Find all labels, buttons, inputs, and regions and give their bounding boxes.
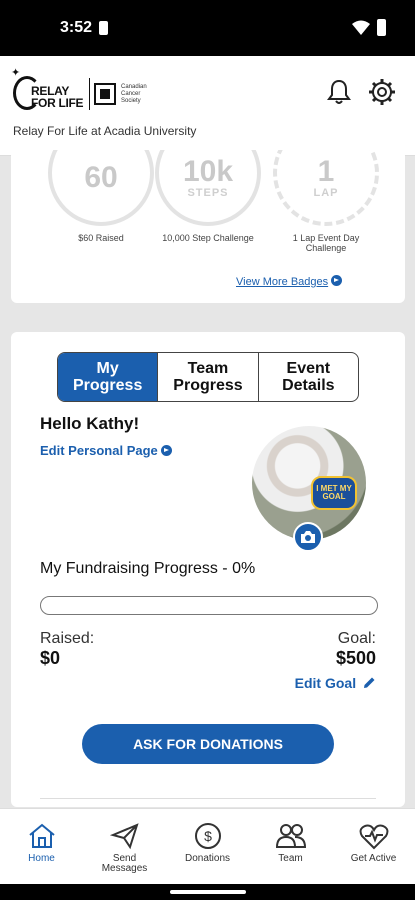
badge-label: $60 Raised xyxy=(78,233,124,243)
logo-text-bottom: FOR LIFE xyxy=(31,96,84,110)
star-icon: ✦ xyxy=(11,67,21,79)
camera-icon xyxy=(301,531,315,543)
view-more-badges-link[interactable]: View More Badges xyxy=(236,275,343,288)
greeting: Hello Kathy! xyxy=(40,414,140,433)
nav-home[interactable]: Home xyxy=(0,809,83,884)
nav-donations[interactable]: $ Donations xyxy=(166,809,249,884)
home-gesture-pill[interactable] xyxy=(170,890,246,894)
camera-button[interactable] xyxy=(293,522,323,552)
raised-value: $0 xyxy=(40,648,61,668)
dollar-icon: $ xyxy=(194,823,221,849)
badges-card: 60 $60 Raised 10k STEPS 10,000 Step Chal… xyxy=(11,150,405,303)
edit-goal-label: Edit Goal xyxy=(294,675,357,691)
edit-personal-page-link[interactable]: Edit Personal Page xyxy=(40,443,172,458)
nav-label: Get Active xyxy=(350,853,397,864)
edit-goal-link[interactable]: Edit Goal xyxy=(295,675,376,691)
badge-circle: 10k STEPS xyxy=(155,150,261,226)
ask-for-donations-button[interactable]: ASK FOR DONATIONS xyxy=(82,724,334,764)
progress-card: My Progress Team Progress Event Details … xyxy=(11,332,405,807)
divider xyxy=(40,798,376,799)
team-icon xyxy=(275,824,306,848)
tab-my-progress[interactable]: My Progress xyxy=(58,353,158,401)
nav-label: Send Messages xyxy=(101,853,148,874)
nav-team[interactable]: Team xyxy=(249,809,332,884)
pencil-icon xyxy=(364,677,375,688)
ccs-logo-icon xyxy=(94,83,116,105)
send-icon xyxy=(109,823,139,850)
view-more-label: View More Badges xyxy=(236,276,329,288)
progress-tabs: My Progress Team Progress Event Details xyxy=(57,352,359,402)
nav-send-messages[interactable]: Send Messages xyxy=(83,809,166,884)
battery-icon xyxy=(377,19,386,36)
nav-label: Donations xyxy=(184,853,231,864)
system-nav-bar xyxy=(0,884,415,900)
goal-value: $500 xyxy=(335,648,376,668)
svg-text:$: $ xyxy=(204,828,212,844)
badge-circle: 1 LAP xyxy=(273,150,379,226)
goal-badge: I MET MY GOAL xyxy=(311,476,357,510)
status-time: 3:52 xyxy=(60,19,93,36)
badge-label: 10,000 Step Challenge xyxy=(162,233,254,243)
relay-for-life-logo: ✦ RELAY FOR LIFE Canadian Cancer Society xyxy=(11,67,161,116)
badge-label: 1 Lap Event Day Challenge xyxy=(292,233,360,253)
home-icon xyxy=(28,823,55,848)
tab-team-progress[interactable]: Team Progress xyxy=(157,353,257,401)
goal-label: Goal: xyxy=(337,630,376,647)
app-header: ✦ RELAY FOR LIFE Canadian Cancer Society … xyxy=(0,56,415,156)
heartbeat-icon xyxy=(359,824,388,850)
badge-unit: STEPS xyxy=(187,187,229,199)
badge-value: 1 xyxy=(317,155,335,188)
arrow-circle-icon xyxy=(331,275,343,286)
badge-unit: LAP xyxy=(313,187,339,199)
nav-label: Team xyxy=(278,853,303,864)
edit-personal-page-label: Edit Personal Page xyxy=(40,443,158,458)
gear-icon[interactable] xyxy=(368,78,396,106)
badge-value: 10k xyxy=(182,155,234,188)
partner-text: Canadian Cancer Society xyxy=(121,83,147,104)
badge-value: 60 xyxy=(84,161,118,194)
wifi-icon xyxy=(352,20,370,35)
arrow-circle-icon xyxy=(160,445,172,456)
raised-label: Raised: xyxy=(40,630,95,647)
bell-icon[interactable] xyxy=(325,78,353,106)
status-bar: 3:52 xyxy=(0,0,415,56)
tab-event-details[interactable]: Event Details xyxy=(257,353,358,401)
nav-label: Home xyxy=(28,853,55,864)
fundraising-progress-title: My Fundraising Progress - 0% xyxy=(40,560,256,577)
event-subtitle: Relay For Life at Acadia University xyxy=(13,124,197,138)
lock-icon xyxy=(99,21,108,35)
fundraising-progress-bar xyxy=(40,596,378,615)
bottom-nav: Home Send Messages $ Donations Team Get … xyxy=(0,808,415,884)
badge-circle: 60 xyxy=(48,150,154,226)
nav-get-active[interactable]: Get Active xyxy=(332,809,415,884)
